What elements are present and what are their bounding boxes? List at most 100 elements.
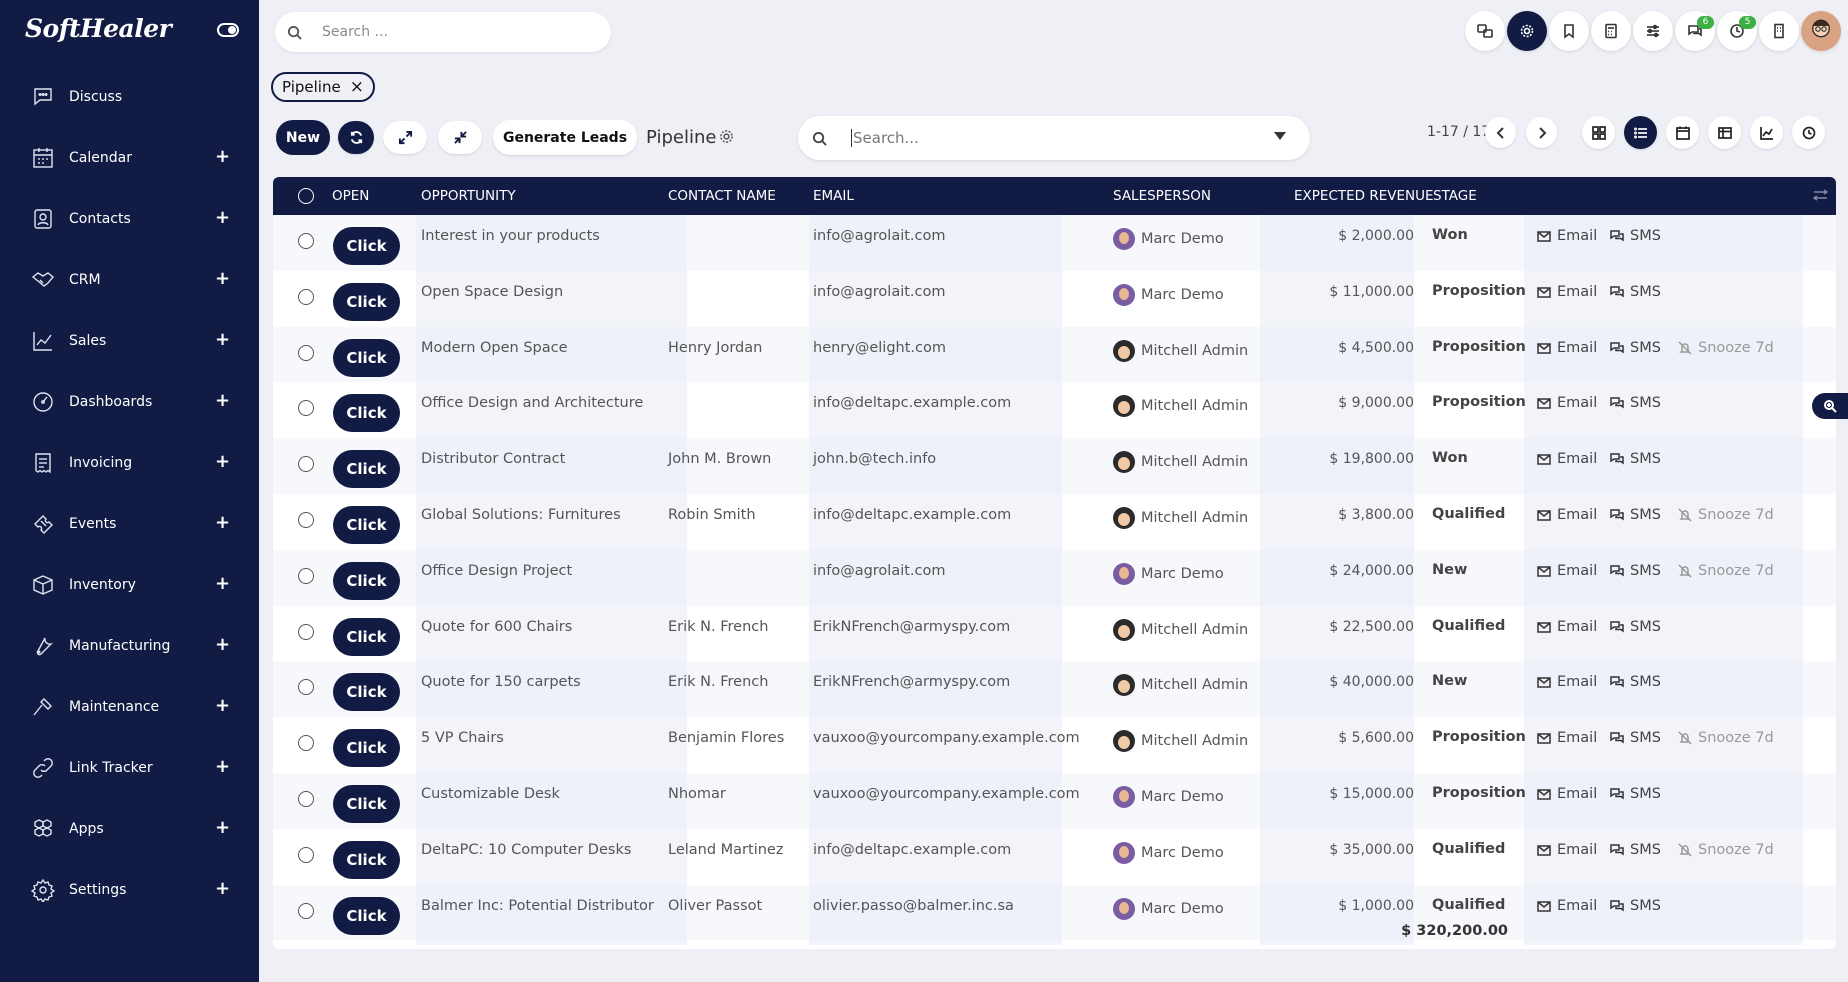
expand-plus-icon[interactable]: + xyxy=(215,758,230,776)
main-search-box[interactable] xyxy=(798,116,1310,160)
sidebar-item-calendar[interactable]: Calendar + xyxy=(0,127,259,188)
expand-plus-icon[interactable]: + xyxy=(215,209,230,227)
email-cell[interactable]: olivier.passo@balmer.inc.sa xyxy=(813,898,1014,914)
calculator-icon[interactable] xyxy=(1591,11,1631,51)
activity-view-button[interactable] xyxy=(1792,116,1825,149)
email-action-button[interactable]: Email xyxy=(1537,619,1597,635)
expand-plus-icon[interactable]: + xyxy=(215,453,230,471)
open-click-button[interactable]: Click xyxy=(333,729,400,768)
generate-leads-button[interactable]: Generate Leads xyxy=(493,120,637,155)
table-row[interactable]: Click Distributor Contract John M. Brown jo… xyxy=(273,438,1836,493)
table-row[interactable]: Click Office Design Project info@agrolait.… xyxy=(273,550,1836,605)
row-checkbox[interactable] xyxy=(298,902,314,919)
email-action-button[interactable]: Email xyxy=(1537,842,1597,858)
opportunity-cell[interactable]: Distributor Contract xyxy=(421,451,565,467)
top-search-input[interactable] xyxy=(322,24,582,40)
row-checkbox[interactable] xyxy=(298,846,314,863)
table-row[interactable]: Click DeltaPC: 10 Computer Desks Leland Ma… xyxy=(273,829,1836,884)
opportunity-cell[interactable]: Quote for 150 carpets xyxy=(421,674,581,690)
sms-action-button[interactable]: SMS xyxy=(1610,898,1661,914)
snooze-action-button[interactable]: Snooze 7d xyxy=(1678,507,1774,523)
sms-action-button[interactable]: SMS xyxy=(1610,284,1661,300)
email-action-button[interactable]: Email xyxy=(1537,228,1597,244)
open-click-button[interactable]: Click xyxy=(333,673,400,712)
sidebar-item-discuss[interactable]: Discuss xyxy=(0,66,259,127)
expand-plus-icon[interactable]: + xyxy=(215,880,230,898)
search-options-dropdown-icon[interactable] xyxy=(1274,132,1286,140)
new-button[interactable]: New xyxy=(276,120,330,155)
language-icon[interactable] xyxy=(1465,11,1505,51)
calendar-view-button[interactable] xyxy=(1666,116,1699,149)
refresh-button[interactable] xyxy=(338,121,374,154)
row-checkbox[interactable] xyxy=(298,456,314,473)
email-cell[interactable]: info@deltapc.example.com xyxy=(813,842,1011,858)
opportunity-cell[interactable]: Open Space Design xyxy=(421,284,563,300)
row-checkbox[interactable] xyxy=(298,288,314,305)
table-row[interactable]: Click Open Space Design info@agrolait.com M… xyxy=(273,271,1836,326)
table-row[interactable]: Click Office Design and Architecture info@… xyxy=(273,382,1836,437)
table-row[interactable]: Click 5 VP Chairs Benjamin Flores vauxoo@yo… xyxy=(273,717,1836,772)
row-checkbox[interactable] xyxy=(298,400,314,417)
messages-icon[interactable]: 6 xyxy=(1675,11,1715,51)
select-all-checkbox[interactable] xyxy=(298,188,314,204)
sms-action-button[interactable]: SMS xyxy=(1610,507,1661,523)
open-click-button[interactable]: Click xyxy=(333,394,400,433)
sidebar-item-sales[interactable]: Sales + xyxy=(0,310,259,371)
expand-plus-icon[interactable]: + xyxy=(215,575,230,593)
row-checkbox[interactable] xyxy=(298,567,314,584)
snooze-action-button[interactable]: Snooze 7d xyxy=(1678,842,1774,858)
email-action-button[interactable]: Email xyxy=(1537,284,1597,300)
sidebar-item-maintenance[interactable]: Maintenance + xyxy=(0,676,259,737)
email-action-button[interactable]: Email xyxy=(1537,898,1597,914)
sms-action-button[interactable]: SMS xyxy=(1610,451,1661,467)
opportunity-cell[interactable]: DeltaPC: 10 Computer Desks xyxy=(421,842,631,858)
header-salesperson[interactable]: SALESPERSON xyxy=(1113,188,1211,204)
expand-plus-icon[interactable]: + xyxy=(215,636,230,654)
header-expected-revenue[interactable]: EXPECTED REVENUE xyxy=(1294,188,1434,204)
header-email[interactable]: EMAIL xyxy=(813,188,854,204)
row-checkbox[interactable] xyxy=(298,623,314,640)
row-checkbox[interactable] xyxy=(298,344,314,361)
company-building-icon[interactable] xyxy=(1759,11,1799,51)
expand-plus-icon[interactable]: + xyxy=(215,514,230,532)
open-click-button[interactable]: Click xyxy=(333,450,400,489)
expand-plus-icon[interactable]: + xyxy=(215,270,230,288)
row-checkbox[interactable] xyxy=(298,735,314,752)
header-stage[interactable]: STAGE xyxy=(1433,188,1477,204)
open-click-button[interactable]: Click xyxy=(333,896,400,935)
pivot-view-button[interactable] xyxy=(1708,116,1741,149)
sms-action-button[interactable]: SMS xyxy=(1610,619,1661,635)
sidebar-item-events[interactable]: Events + xyxy=(0,493,259,554)
opportunity-cell[interactable]: Quote for 600 Chairs xyxy=(421,619,572,635)
pager-previous-button[interactable] xyxy=(1485,117,1516,148)
opportunity-cell[interactable]: Customizable Desk xyxy=(421,786,560,802)
snooze-action-button[interactable]: Snooze 7d xyxy=(1678,563,1774,579)
sms-action-button[interactable]: SMS xyxy=(1610,395,1661,411)
sidebar-item-apps[interactable]: Apps + xyxy=(0,798,259,859)
email-cell[interactable]: vauxoo@yourcompany.example.com xyxy=(813,730,1080,746)
email-action-button[interactable]: Email xyxy=(1537,395,1597,411)
bookmark-icon[interactable] xyxy=(1549,11,1589,51)
email-cell[interactable]: info@deltapc.example.com xyxy=(813,507,1011,523)
zoom-side-tab[interactable] xyxy=(1812,393,1848,419)
sms-action-button[interactable]: SMS xyxy=(1610,730,1661,746)
opportunity-cell[interactable]: Office Design Project xyxy=(421,563,572,579)
sidebar-item-invoicing[interactable]: Invoicing + xyxy=(0,432,259,493)
sms-action-button[interactable]: SMS xyxy=(1610,786,1661,802)
expand-plus-icon[interactable]: + xyxy=(215,331,230,349)
email-action-button[interactable]: Email xyxy=(1537,340,1597,356)
header-contact-name[interactable]: CONTACT NAME xyxy=(668,188,776,204)
expand-plus-icon[interactable]: + xyxy=(215,392,230,410)
opportunity-cell[interactable]: Interest in your products xyxy=(421,228,600,244)
expand-plus-icon[interactable]: + xyxy=(215,819,230,837)
email-action-button[interactable]: Email xyxy=(1537,507,1597,523)
sidebar-item-dashboards[interactable]: Dashboards + xyxy=(0,371,259,432)
email-action-button[interactable]: Email xyxy=(1537,674,1597,690)
sms-action-button[interactable]: SMS xyxy=(1610,228,1661,244)
open-click-button[interactable]: Click xyxy=(333,506,400,544)
table-row[interactable]: Click Modern Open Space Henry Jordan henry@… xyxy=(273,327,1836,382)
header-opportunity[interactable]: OPPORTUNITY xyxy=(421,188,516,204)
email-action-button[interactable]: Email xyxy=(1537,563,1597,579)
opportunity-cell[interactable]: Modern Open Space xyxy=(421,340,568,356)
table-row[interactable]: Click Quote for 600 Chairs Erik N. French E… xyxy=(273,606,1836,661)
